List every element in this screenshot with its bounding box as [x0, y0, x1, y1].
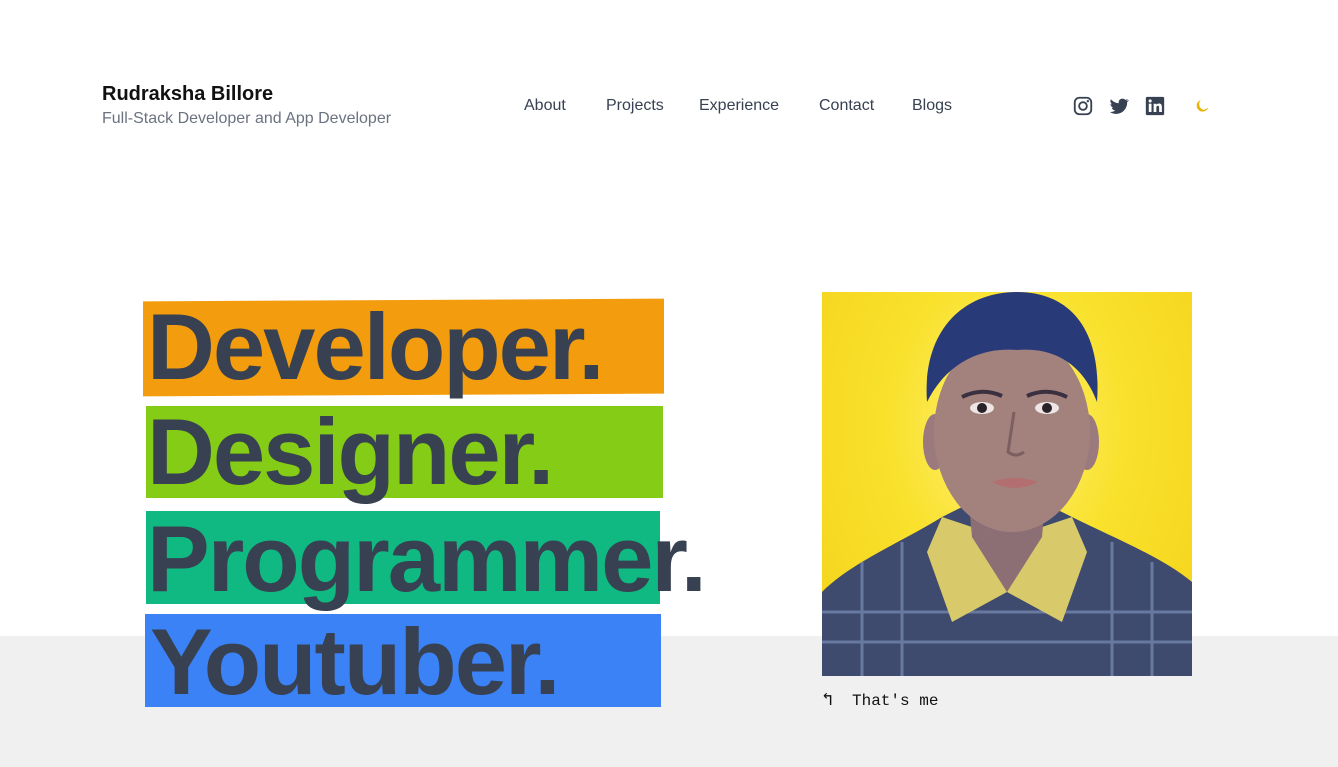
hero-word-programmer: Programmer.: [147, 506, 707, 611]
hero-word-developer: Developer.: [147, 294, 604, 399]
moon-icon[interactable]: [1190, 95, 1212, 117]
profile-photo: [822, 292, 1192, 676]
hero-word-designer: Designer.: [147, 399, 554, 504]
hero-word-youtuber: Youtuber.: [150, 609, 560, 714]
instagram-icon[interactable]: [1072, 95, 1094, 117]
caption-text: That's me: [852, 692, 939, 710]
twitter-icon[interactable]: [1108, 95, 1130, 117]
photo-caption: ↰ That's me: [822, 690, 938, 712]
linkedin-icon[interactable]: [1144, 95, 1166, 117]
social-links: [0, 95, 1338, 117]
arrow-up-icon: ↰: [822, 691, 833, 711]
page: Rudraksha Billore Full-Stack Developer a…: [0, 0, 1338, 767]
